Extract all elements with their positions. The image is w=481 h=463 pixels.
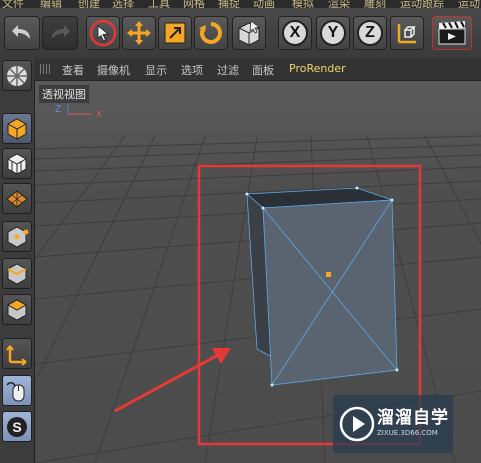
- move-arrows-icon: [127, 21, 151, 45]
- main-menubar: 文件 编辑 创建 选择 工具 网格 捕捉 动画 模拟 渲染 雕刻 运动跟踪 运动: [0, 0, 481, 8]
- checker-sphere-icon: [7, 65, 27, 86]
- mouse-icon: [6, 381, 25, 401]
- x-axis-icon: X: [282, 20, 308, 46]
- gizmo-x-label: X: [96, 109, 102, 119]
- menu-sculpt[interactable]: 雕刻: [364, 0, 386, 8]
- axis-icon: [6, 344, 27, 366]
- undo-button[interactable]: [4, 16, 40, 50]
- redo-button[interactable]: [42, 16, 78, 50]
- move-tool-button[interactable]: [122, 16, 156, 50]
- viewport-menu-prorender[interactable]: ProRender: [289, 62, 346, 75]
- viewport-menubar: 查看 摄像机 显示 选项 过滤 面板 ProRender: [34, 58, 481, 81]
- viewport-menu-filter[interactable]: 过滤: [217, 62, 239, 78]
- y-axis-icon: Y: [320, 20, 346, 46]
- snap-button[interactable]: S: [2, 411, 32, 442]
- menu-motion[interactable]: 运动: [458, 0, 480, 8]
- menu-mesh[interactable]: 网格: [183, 0, 205, 8]
- menu-animate[interactable]: 动画: [253, 0, 275, 8]
- render-view-button[interactable]: [432, 16, 472, 50]
- watermark-logo: 溜溜自学 ZIXUE.3D66.COM: [333, 395, 453, 453]
- points-cube-icon: [7, 225, 29, 248]
- grid-plane-icon: [6, 189, 28, 208]
- polygons-mode-button[interactable]: [2, 294, 32, 325]
- viewport-title: 透视视图: [39, 85, 89, 103]
- watermark-subtitle: ZIXUE.3D66.COM: [377, 429, 438, 437]
- viewport-menu-display[interactable]: 显示: [145, 62, 167, 78]
- perspective-viewport[interactable]: Z X 透视视图 溜溜自学 ZIXUE.3D66.COM: [35, 81, 481, 463]
- live-selection-button[interactable]: [86, 16, 120, 50]
- scale-tool-button[interactable]: [158, 16, 192, 50]
- texture-mode-button[interactable]: [2, 148, 32, 179]
- undo-icon: [12, 25, 30, 39]
- redo-icon: [52, 25, 70, 39]
- select-cursor-icon: [89, 19, 117, 47]
- workplane-mode-button[interactable]: [2, 183, 32, 214]
- z-axis-icon: Z: [357, 20, 383, 46]
- edges-cube-icon: [7, 262, 27, 285]
- annotation-arrow: [114, 348, 231, 413]
- cube-cursor-icon: [238, 20, 260, 46]
- snap-s-icon: S: [7, 416, 27, 437]
- viewport-menu-options[interactable]: 选项: [181, 62, 203, 78]
- x-axis-lock-button[interactable]: X: [278, 16, 312, 50]
- menu-snap[interactable]: 捕捉: [218, 0, 240, 8]
- z-axis-lock-button[interactable]: Z: [353, 16, 387, 50]
- rotate-icon: [199, 22, 222, 44]
- menu-create[interactable]: 创建: [78, 0, 100, 8]
- menu-motion-tracking[interactable]: 运动跟踪: [400, 0, 444, 8]
- edges-mode-button[interactable]: [2, 258, 32, 289]
- menu-file[interactable]: 文件: [2, 0, 24, 8]
- left-tool-palette: S: [0, 58, 35, 463]
- viewport-menu-view[interactable]: 查看: [62, 62, 84, 78]
- gizmo-z-label: Z: [55, 104, 61, 115]
- svg-text:S: S: [12, 419, 21, 435]
- axis-mode-button[interactable]: [2, 338, 32, 369]
- menu-simulate[interactable]: 模拟: [292, 0, 314, 8]
- clapperboard-icon: [438, 21, 466, 45]
- menu-select[interactable]: 选择: [112, 0, 134, 8]
- points-mode-button[interactable]: [2, 221, 32, 252]
- cube-object: [245, 186, 399, 387]
- grip-handle-icon[interactable]: [40, 64, 52, 74]
- y-axis-lock-button[interactable]: Y: [316, 16, 350, 50]
- scale-icon: [164, 22, 186, 44]
- coordinate-system-button[interactable]: [390, 16, 424, 50]
- coordinate-system-icon: [397, 24, 416, 44]
- main-toolbar: X Y Z: [0, 8, 481, 59]
- make-editable-button[interactable]: [2, 60, 32, 91]
- cube-model-icon: [7, 117, 27, 140]
- axis-center-icon: [326, 272, 331, 277]
- model-mode-button[interactable]: [2, 113, 32, 144]
- tweak-mode-button[interactable]: [2, 375, 32, 406]
- polygons-cube-icon: [6, 298, 28, 321]
- play-logo-icon: [339, 406, 375, 442]
- last-tool-button[interactable]: [232, 16, 266, 50]
- viewport-menu-cameras[interactable]: 摄像机: [97, 62, 130, 78]
- watermark-title: 溜溜自学: [377, 408, 449, 428]
- viewport-menu-panel[interactable]: 面板: [252, 62, 274, 78]
- menu-tools[interactable]: 工具: [148, 0, 170, 8]
- menu-edit[interactable]: 编辑: [40, 0, 62, 8]
- rotate-tool-button[interactable]: [194, 16, 228, 50]
- checker-cube-icon: [7, 152, 27, 175]
- menu-render[interactable]: 渲染: [328, 0, 350, 8]
